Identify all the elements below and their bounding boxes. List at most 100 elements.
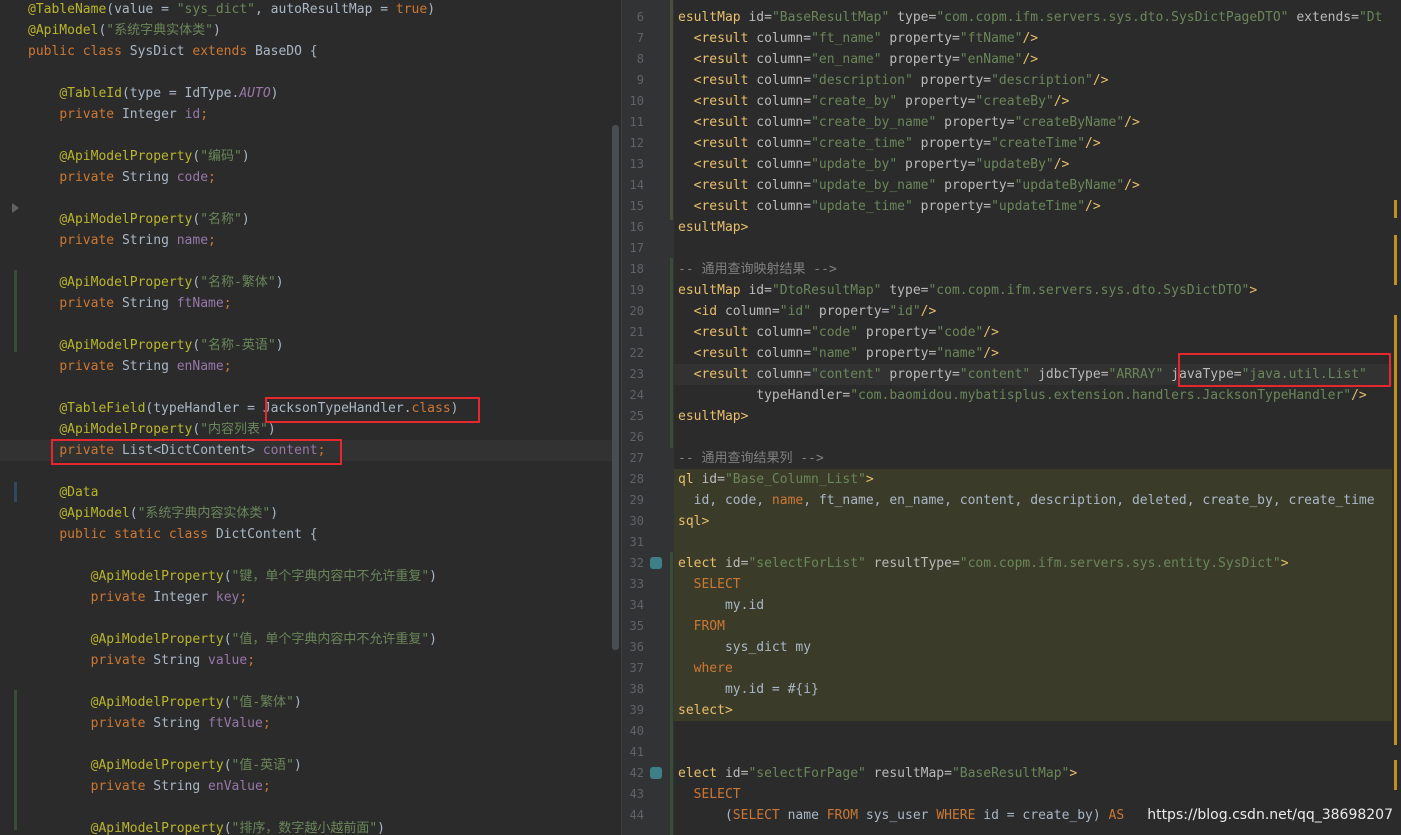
code-token: @ApiModelProperty (90, 758, 224, 773)
code-line[interactable]: <result column="description" property="d… (678, 70, 1109, 91)
code-line[interactable]: private Integer id; (28, 104, 208, 125)
code-token: "update_by" (811, 157, 898, 172)
code-line[interactable]: @ApiModelProperty("值-英语") (28, 755, 302, 776)
code-line[interactable]: typeHandler="com.baomidou.mybatisplus.ex… (678, 385, 1366, 406)
code-line[interactable]: <result column="ft_name" property="ftNam… (678, 28, 1038, 49)
code-token: @ApiModelProperty (90, 569, 224, 584)
line-number: 16 (629, 220, 644, 234)
line-number: 31 (629, 535, 644, 549)
code-line[interactable]: <result column="update_by" property="upd… (678, 154, 1070, 175)
code-line[interactable]: <result column="update_by_name" property… (678, 175, 1140, 196)
code-line[interactable]: -- 通用查询映射结果 --> (678, 259, 837, 280)
code-line[interactable]: @TableName(value = "sys_dict", autoResul… (28, 0, 435, 20)
code-line[interactable]: elect id="selectForList" resultType="com… (678, 553, 1289, 574)
code-token: /> (920, 304, 937, 319)
code-line[interactable]: private Integer key; (28, 587, 248, 608)
code-line[interactable]: private String name; (28, 230, 216, 251)
code-line[interactable]: id, code, name, ft_name, en_name, conten… (678, 490, 1375, 511)
line-number: 43 (629, 787, 644, 801)
code-token: @ApiModelProperty (90, 695, 224, 710)
code-token: ) (275, 338, 284, 353)
code-line[interactable]: @ApiModelProperty("名称-繁体") (28, 272, 283, 293)
code-line[interactable]: private String ftValue; (28, 713, 271, 734)
code-token: private (59, 359, 122, 374)
code-line[interactable]: elect id="selectForPage" resultMap="Base… (678, 763, 1077, 784)
code-token: @ApiModelProperty (59, 149, 193, 164)
code-line[interactable]: private String value; (28, 650, 255, 671)
bean-icon[interactable] (650, 557, 662, 569)
code-token: "Dt (1358, 10, 1383, 25)
code-line[interactable]: @ApiModel("系统字典内容实体类") (28, 503, 278, 524)
code-line[interactable]: <result column="create_by" property="cre… (678, 91, 1070, 112)
code-token: id (184, 107, 201, 122)
java-editor-pane[interactable]: @TableName(value = "sys_dict", autoResul… (0, 0, 622, 835)
code-line[interactable]: @ApiModel("系统字典实体类") (28, 20, 221, 41)
code-line[interactable]: private List<DictContent> content; (28, 440, 325, 461)
code-line[interactable]: <result column="update_time" property="u… (678, 196, 1101, 217)
left-scrollbar-thumb[interactable] (612, 125, 619, 650)
code-token: "com.copm.ifm.servers.sys.dto.SysDictPag… (936, 10, 1289, 25)
code-line[interactable]: @ApiModelProperty("名称-英语") (28, 335, 284, 356)
code-line[interactable]: my.id = #{i} (678, 679, 819, 700)
code-line[interactable]: @ApiModelProperty("值-繁体") (28, 692, 302, 713)
code-line[interactable]: @ApiModelProperty("排序，数字越小越前面") (28, 818, 385, 835)
code-line[interactable]: @TableField(typeHandler = JacksonTypeHan… (28, 398, 458, 419)
code-token: column= (756, 157, 812, 172)
line-number: 26 (629, 430, 644, 444)
code-line[interactable]: <result column="create_time" property="c… (678, 133, 1101, 154)
vcs-marker (14, 482, 17, 502)
code-line[interactable]: @ApiModelProperty("键，单个字典内容中不允许重复") (28, 566, 437, 587)
code-line[interactable]: SELECT (678, 784, 741, 805)
code-line[interactable]: where (678, 658, 733, 679)
code-line[interactable]: esultMap> (678, 406, 748, 427)
code-line[interactable]: @ApiModelProperty("内容列表") (28, 419, 275, 440)
code-token: SELECT (693, 787, 741, 802)
code-line[interactable]: public static class DictContent { (28, 524, 317, 545)
code-line[interactable]: private String enName; (28, 356, 231, 377)
code-line[interactable]: @ApiModelProperty("编码") (28, 146, 249, 167)
code-line[interactable]: <id column="id" property="id"/> (678, 301, 937, 322)
code-line[interactable]: <result column="content" property="conte… (678, 364, 1367, 385)
code-line[interactable]: esultMap id="BaseResultMap" type="com.co… (678, 7, 1382, 28)
code-line[interactable]: <result column="en_name" property="enNam… (678, 49, 1038, 70)
code-line[interactable]: @ApiModelProperty("名称") (28, 209, 249, 230)
code-line[interactable]: @ApiModelProperty("值，单个字典内容中不允许重复") (28, 629, 437, 650)
code-line[interactable]: (SELECT name FROM sys_user WHERE id = cr… (678, 805, 1124, 826)
code-line[interactable]: sys_dict my (678, 637, 811, 658)
code-line[interactable]: <result column="create_by_name" property… (678, 112, 1140, 133)
code-line[interactable]: -- 通用查询结果列 --> (678, 448, 824, 469)
code-line[interactable]: select> (678, 700, 733, 721)
code-line[interactable]: public class SysDict extends BaseDO { (28, 41, 318, 62)
code-line[interactable]: SELECT (678, 574, 741, 595)
code-token: ) (429, 632, 437, 647)
code-line[interactable]: FROM (678, 616, 725, 637)
code-line[interactable]: private String enValue; (28, 776, 271, 797)
code-token: ) (294, 695, 302, 710)
code-line[interactable]: private String ftName; (28, 293, 232, 314)
fold-arrow-icon[interactable] (12, 203, 19, 213)
bean-icon[interactable] (650, 767, 662, 779)
code-token: String (153, 653, 209, 668)
code-line[interactable]: <result column="name" property="name"/> (678, 343, 999, 364)
code-token: <result (693, 346, 757, 361)
code-token: "BaseResultMap" (951, 766, 1070, 781)
code-line[interactable]: <result column="code" property="code"/> (678, 322, 999, 343)
code-token: /> (983, 346, 999, 361)
code-token: ; (262, 779, 271, 794)
code-token: ; (223, 296, 232, 311)
code-line[interactable]: esultMap> (678, 217, 748, 238)
code-token: @ApiModelProperty (59, 338, 193, 353)
code-token: "code" (936, 325, 984, 340)
code-line[interactable]: esultMap id="DtoResultMap" type="com.cop… (678, 280, 1257, 301)
xml-editor-pane[interactable]: 6 7 8 9 10 11 12 13 14 15 16 17 18 19 20 21 22 23 24 25 26 27… (622, 0, 1401, 835)
code-token: private (90, 716, 154, 731)
code-line[interactable]: @Data (28, 482, 98, 503)
code-line[interactable]: @TableId(type = IdType.AUTO) (28, 83, 278, 104)
code-line[interactable]: ql id="Base_Column_List"> (678, 469, 874, 490)
code-token: FROM (826, 808, 866, 823)
code-line[interactable]: private String code; (28, 167, 216, 188)
code-line[interactable]: my.id (678, 595, 764, 616)
code-line[interactable]: sql> (678, 511, 709, 532)
